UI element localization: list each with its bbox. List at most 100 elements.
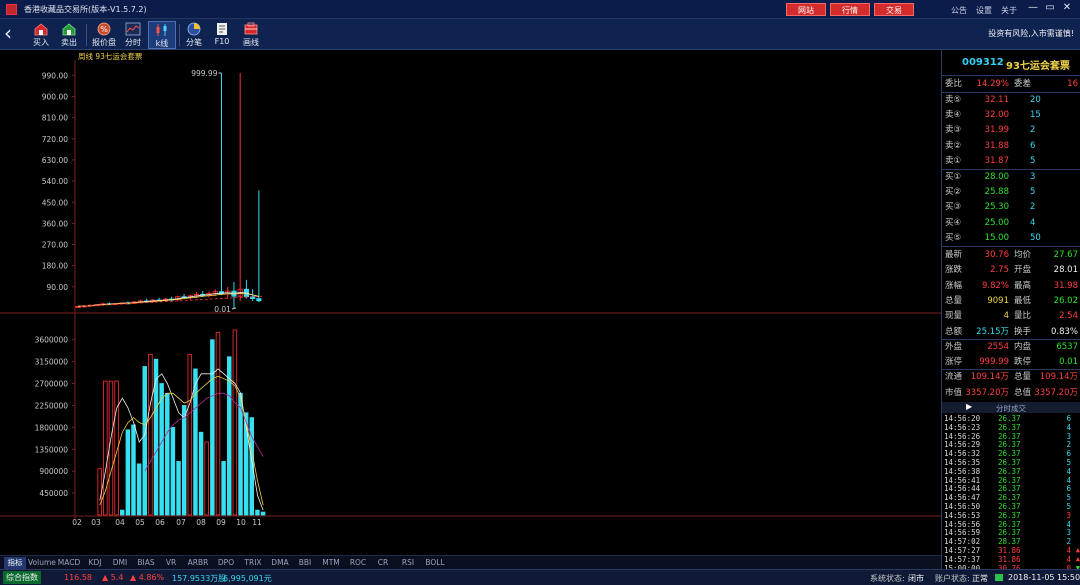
indicator-tab-vr[interactable]: VR xyxy=(160,557,182,569)
x-tick-label: 03 xyxy=(91,518,101,527)
index-value: 116.58 xyxy=(64,573,92,582)
trade-button[interactable]: 交易 xyxy=(874,3,914,16)
title-bar: 香港收藏品交易所(版本-V1.5.7.2) 网站 行情 交易 公告 设置 关于 … xyxy=(0,0,1080,19)
f10-button[interactable]: F10 xyxy=(208,21,236,49)
ask-label: 卖③ xyxy=(945,125,962,136)
restore-icon[interactable]: ▭ xyxy=(1043,2,1057,13)
stat-label: 涨跌 xyxy=(945,265,963,276)
indicator-tab-cr[interactable]: CR xyxy=(372,557,394,569)
tick-volume: 5 xyxy=(1066,502,1071,511)
f10-label: F10 xyxy=(214,37,230,46)
volume-bar xyxy=(232,329,238,516)
draw-line-button[interactable]: 画线 xyxy=(237,21,265,49)
quote-panel: 009312 93七运会套票 委比 14.29% 委差 16 卖⑤ 32.11 20… xyxy=(941,50,1080,573)
price-tick-label: 90.00 xyxy=(47,283,69,292)
play-icon[interactable]: ▶ xyxy=(966,402,972,411)
system-status-value: 闭市 xyxy=(908,574,924,583)
volume-bar xyxy=(181,405,187,516)
indicator-tab-dma[interactable]: DMA xyxy=(268,557,292,569)
tick-price: 26.37 xyxy=(998,449,1021,459)
stat-label: 跌停 xyxy=(1014,357,1032,368)
indicator-tab-bias[interactable]: BIAS xyxy=(134,557,158,569)
connection-icon xyxy=(995,574,1003,581)
stat-value: 31.98 xyxy=(1053,280,1078,291)
indicator-tab-volume[interactable]: Volume xyxy=(28,557,56,569)
indicator-tab-kdj[interactable]: KDJ xyxy=(84,557,106,569)
indicator-tab-rsi[interactable]: RSI xyxy=(396,557,420,569)
tick-button[interactable]: 分笔 xyxy=(180,21,208,49)
tick-time: 14:56:53 xyxy=(944,510,981,520)
indicator-tab-macd[interactable]: MACD xyxy=(56,557,82,569)
index-label[interactable]: 综合指数 xyxy=(3,571,41,584)
stat-row: 流通 109.14万 总量 109.14万 xyxy=(942,370,1080,385)
ask-volume: 15 xyxy=(1030,110,1041,121)
indicator-tab-roc[interactable]: ROC xyxy=(346,557,370,569)
about-link[interactable]: 关于 xyxy=(1001,5,1017,16)
indicator-tab-mtm[interactable]: MTM xyxy=(318,557,344,569)
tick-price: 28.37 xyxy=(998,537,1021,547)
ask-volume: 5 xyxy=(1030,155,1036,166)
quote-board-button[interactable]: % 报价盘 xyxy=(90,21,118,49)
market-button[interactable]: 行情 xyxy=(830,3,870,16)
x-tick-label: 04 xyxy=(115,518,125,527)
ask-volume: 2 xyxy=(1030,125,1036,136)
tick-time: 14:57:02 xyxy=(944,537,981,547)
stock-code: 009312 xyxy=(962,57,1004,68)
timeshare-button[interactable]: 分时 xyxy=(119,21,147,49)
back-icon[interactable]: ‹ xyxy=(4,23,12,43)
buy-button[interactable]: 买入 xyxy=(27,21,55,49)
bid-row[interactable]: 买⑤ 15.00 50 xyxy=(942,231,1080,246)
kline-chart[interactable]: 周线 93七运会套票 990.00 900.00 810.00 720.00 630.00… xyxy=(0,50,941,555)
tick-price: 26.37 xyxy=(998,502,1021,511)
bid-row[interactable]: 买② 25.88 5 xyxy=(942,185,1080,200)
volume-bar xyxy=(119,509,125,516)
quote-board-icon: % xyxy=(97,22,111,36)
tick-volume: 4 xyxy=(1066,519,1071,529)
volume-tick-label: 450000 xyxy=(39,489,68,498)
tick-volume: 4 xyxy=(1066,554,1071,564)
indicator-tab-arbr[interactable]: ARBR xyxy=(184,557,212,569)
ask-row[interactable]: 卖① 31.87 5 xyxy=(942,154,1080,169)
volume-bar xyxy=(148,353,153,516)
minimize-icon[interactable]: — xyxy=(1026,2,1040,13)
bid-price: 28.00 xyxy=(984,172,1009,182)
kline-button[interactable]: k线 xyxy=(148,21,176,49)
indicator-tab-dpo[interactable]: DPO xyxy=(214,557,238,569)
indicator-tab-bbi[interactable]: BBI xyxy=(294,557,316,569)
bid-row[interactable]: 买③ 25.30 2 xyxy=(942,200,1080,215)
sell-button[interactable]: 卖出 xyxy=(55,21,83,49)
bid-label: 买① xyxy=(945,172,962,182)
tick-icon xyxy=(187,22,201,36)
stat-label: 涨停 xyxy=(945,357,963,368)
toolbar-divider xyxy=(86,24,87,46)
ask-volume: 6 xyxy=(1030,140,1036,151)
tick-row: 14:56:38 26.37 4 xyxy=(942,467,1080,476)
stat-value: 26.02 xyxy=(1053,295,1078,306)
volume-bar xyxy=(142,366,147,516)
indicator-tab-boll[interactable]: BOLL xyxy=(422,557,448,569)
volume-bar xyxy=(221,461,226,516)
ask-row[interactable]: 卖⑤ 32.11 20 xyxy=(942,93,1080,108)
indicator-tab-指标[interactable]: 指标 xyxy=(4,557,26,569)
tick-price: 26.37 xyxy=(998,510,1021,520)
x-tick-label: 07 xyxy=(176,518,186,527)
indicator-tabs: 指标 Volume MACD KDJ DMI BIAS VR ARBR DPO TRIX DMA BB… xyxy=(0,555,941,569)
close-icon[interactable]: ✕ xyxy=(1060,2,1074,13)
website-button[interactable]: 网站 xyxy=(786,3,826,16)
ask-row[interactable]: 卖④ 32.00 15 xyxy=(942,108,1080,123)
settings-link[interactable]: 设置 xyxy=(976,5,992,16)
kline-chart-area[interactable]: 周线 93七运会套票 990.00 900.00 810.00 720.00 630.00… xyxy=(0,50,941,555)
ask-row[interactable]: 卖② 31.88 6 xyxy=(942,139,1080,154)
bid-row[interactable]: 买④ 25.00 4 xyxy=(942,216,1080,231)
stat-label: 流通 xyxy=(945,372,963,383)
indicator-tab-trix[interactable]: TRIX xyxy=(240,557,266,569)
indicator-tab-dmi[interactable]: DMI xyxy=(108,557,132,569)
ask-row[interactable]: 卖③ 31.99 2 xyxy=(942,123,1080,138)
tick-header[interactable]: ▶ 分时成交 xyxy=(942,402,1080,413)
stat-value: 3357.20万 xyxy=(1034,387,1078,398)
bid-volume: 50 xyxy=(1030,232,1041,243)
stat-row: 现量 4 量比 2.54 xyxy=(942,309,1080,324)
bid-row[interactable]: 买① 28.00 3 xyxy=(942,170,1080,185)
announcement-link[interactable]: 公告 xyxy=(951,5,967,16)
timeshare-label: 分时 xyxy=(125,38,141,47)
